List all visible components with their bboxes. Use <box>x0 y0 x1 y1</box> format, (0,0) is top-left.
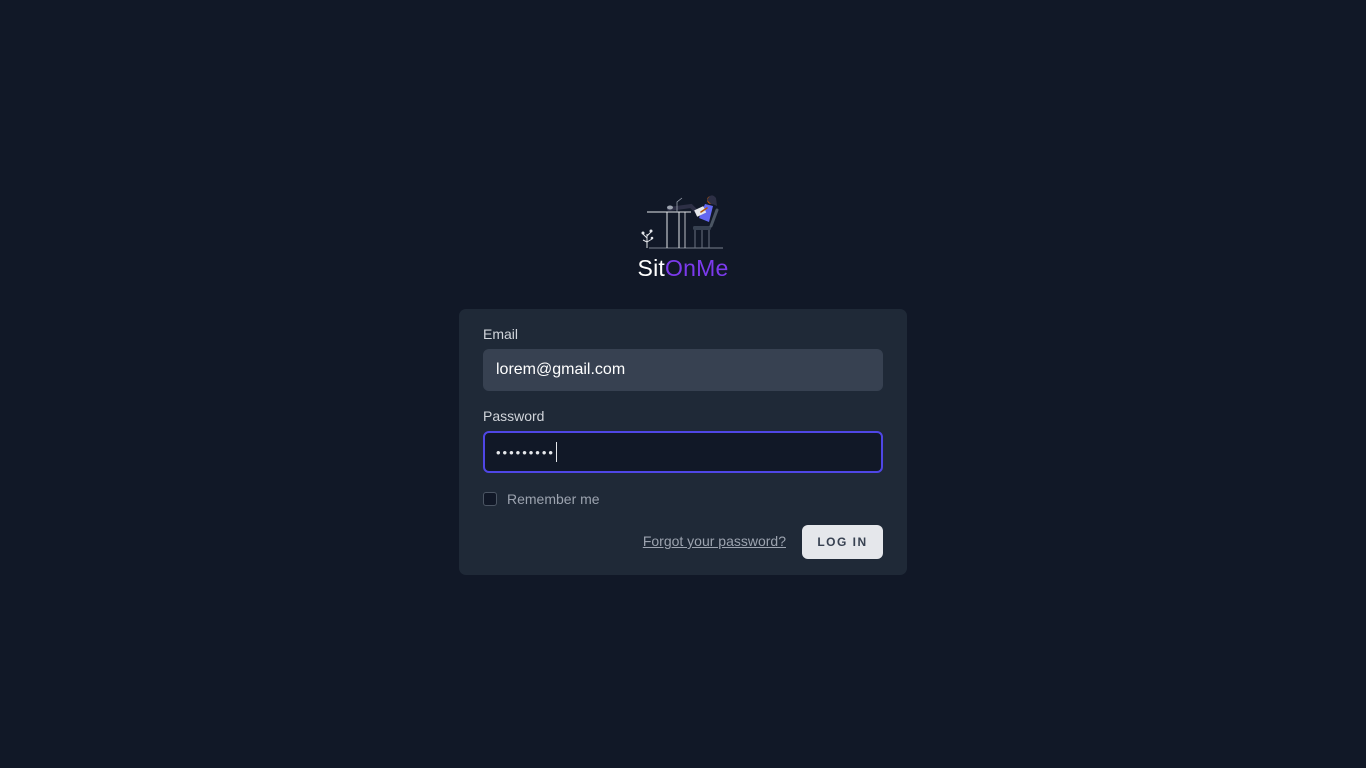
person-sitting-at-desk-icon <box>641 195 723 249</box>
password-field[interactable]: ••••••••• <box>483 431 883 473</box>
text-caret <box>555 442 557 462</box>
remember-me-label[interactable]: Remember me <box>507 491 600 507</box>
email-value: lorem@gmail.com <box>496 361 626 378</box>
remember-me-checkbox[interactable] <box>483 492 497 506</box>
password-value: ••••••••• <box>496 444 555 460</box>
password-label: Password <box>483 408 545 424</box>
app-logo[interactable]: SitOnMe <box>633 190 733 282</box>
login-page: SitOnMe Email lorem@gmail.com Password •… <box>0 0 1366 768</box>
email-field[interactable]: lorem@gmail.com <box>483 349 883 391</box>
login-card: Email lorem@gmail.com Password •••••••••… <box>459 309 907 575</box>
forgot-password-link[interactable]: Forgot your password? <box>643 533 786 549</box>
email-label: Email <box>483 326 519 342</box>
login-button[interactable]: LOG IN <box>802 525 883 559</box>
remember-me[interactable]: Remember me <box>483 491 600 507</box>
app-name-part2: OnMe <box>665 255 729 281</box>
app-name-part1: Sit <box>637 255 665 281</box>
app-name: SitOnMe <box>633 254 733 282</box>
